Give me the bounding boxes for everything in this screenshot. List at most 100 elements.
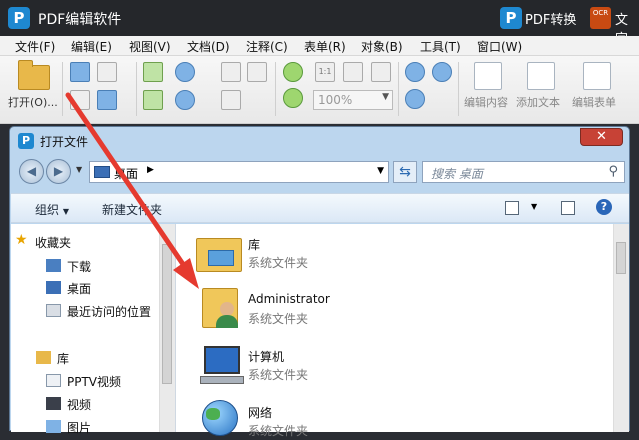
nav-libraries[interactable]: 库 <box>36 350 69 367</box>
chevron-down-icon[interactable]: ▼ <box>531 202 537 211</box>
address-bar[interactable]: 桌面 ▶ ▼ <box>89 161 389 183</box>
open-folder-icon[interactable] <box>18 60 50 90</box>
menu-object[interactable]: 对象(B) <box>361 38 403 55</box>
zoom-select[interactable]: 100% ▼ <box>313 90 393 110</box>
zoom-tool-icon[interactable] <box>405 89 425 109</box>
nav-item-pictures[interactable]: 图片 <box>46 419 91 436</box>
video-icon <box>46 397 61 410</box>
nav-scrollbar-thumb[interactable] <box>162 244 172 384</box>
nav-item-desktop[interactable]: 桌面 <box>46 280 91 297</box>
zoom-out-icon[interactable] <box>432 62 452 82</box>
change-view-icon[interactable] <box>505 201 519 215</box>
pdf-convert-icon[interactable]: P <box>500 7 522 29</box>
user-folder-icon <box>196 286 244 328</box>
import-page-icon[interactable] <box>143 62 163 82</box>
menu-document[interactable]: 文档(D) <box>187 38 230 55</box>
library-folder-icon <box>196 230 244 272</box>
ocr-icon[interactable]: OCR <box>590 7 611 29</box>
menu-file[interactable]: 文件(F) <box>15 38 55 55</box>
actual-size-icon[interactable]: 1:1 <box>315 62 335 82</box>
search-input[interactable]: 搜索 桌面 ⚲ <box>422 161 625 183</box>
edit-content-icon[interactable] <box>474 62 502 90</box>
recent-locations-dropdown[interactable]: ▼ <box>76 165 82 174</box>
network-globe-icon <box>196 398 244 440</box>
nav-favorites[interactable]: ★ 收藏夹 <box>15 232 71 251</box>
toolbar-separator <box>136 62 137 116</box>
app-titlebar: P PDF编辑软件 P PDF转换 OCR 文字 <box>0 0 639 47</box>
edit-form-button[interactable]: 编辑表单 <box>572 94 616 110</box>
toolbar-separator <box>458 62 459 116</box>
edit-form-icon[interactable] <box>583 62 611 90</box>
menu-window[interactable]: 窗口(W) <box>477 38 522 55</box>
desktop-icon <box>94 166 110 178</box>
command-bar: 组织 ▼ 新建文件夹 ▼ ? <box>11 193 629 223</box>
downloads-icon <box>46 259 61 272</box>
library-icon <box>46 374 61 387</box>
chevron-down-icon: ▼ <box>382 92 389 102</box>
print-icon[interactable] <box>70 90 90 110</box>
fit-page-icon[interactable] <box>343 62 363 82</box>
menu-comment[interactable]: 注释(C) <box>246 38 288 55</box>
file-list-scrollbar[interactable] <box>613 224 629 432</box>
rotate-cw-icon[interactable] <box>283 62 303 82</box>
add-text-button[interactable]: 添加文本 <box>516 94 560 110</box>
add-text-icon[interactable] <box>527 62 555 90</box>
chevron-right-icon[interactable]: ▶ <box>147 165 154 175</box>
menu-edit[interactable]: 编辑(E) <box>71 38 112 55</box>
preview-pane-icon[interactable] <box>561 201 575 215</box>
search-icon[interactable]: ⚲ <box>608 164 618 179</box>
main-toolbar: 打开(O)... 1:1 100% ▼ 编辑内容 添加文本 编辑表单 <box>0 56 639 124</box>
desktop-icon <box>46 281 61 294</box>
zoom-in-icon[interactable] <box>405 62 425 82</box>
snapshot-icon[interactable] <box>221 90 241 110</box>
menu-tools[interactable]: 工具(T) <box>420 38 461 55</box>
menu-bar: 文件(F) 编辑(E) 视图(V) 文档(D) 注释(C) 表单(R) 对象(B… <box>0 36 639 56</box>
organize-button[interactable]: 组织 ▼ <box>35 201 69 218</box>
file-list: 库 系统文件夹 Administrator 系统文件夹 计算机 系统文件夹 网络… <box>176 224 629 438</box>
help-icon[interactable]: ? <box>596 199 612 215</box>
nav-item-videos[interactable]: 视频 <box>46 396 91 413</box>
nav-item-recent[interactable]: 最近访问的位置 <box>46 303 151 320</box>
navigation-pane: ★ 收藏夹 下载 桌面 最近访问的位置 库 PPTV视频 视频 图片 <box>11 224 175 435</box>
redo-icon[interactable] <box>175 90 195 110</box>
forward-button[interactable]: ▶ <box>46 159 71 184</box>
select-text-icon[interactable] <box>247 62 267 82</box>
undo-icon[interactable] <box>175 62 195 82</box>
open-file-dialog: P 打开文件 ✕ ◀ ▶ ▼ 桌面 ▶ ▼ ⇆ 搜索 桌面 ⚲ 组织 ▼ 新建文… <box>9 126 630 438</box>
menu-view[interactable]: 视图(V) <box>129 38 171 55</box>
nav-item-pptv[interactable]: PPTV视频 <box>46 373 121 390</box>
star-icon: ★ <box>15 232 28 248</box>
fit-width-icon[interactable] <box>371 62 391 82</box>
chevron-down-icon[interactable]: ▼ <box>377 166 384 176</box>
export-page-icon[interactable] <box>143 90 163 110</box>
refresh-icon: ⇆ <box>399 164 411 180</box>
recent-places-icon <box>46 304 61 317</box>
pdf-logo-icon: P <box>8 7 30 29</box>
pdf-convert-button[interactable]: PDF转换 <box>525 9 576 28</box>
edit-content-button[interactable]: 编辑内容 <box>464 94 508 110</box>
close-button[interactable]: ✕ <box>580 128 623 146</box>
app-title: PDF编辑软件 <box>38 12 122 28</box>
new-folder-button[interactable]: 新建文件夹 <box>102 201 162 218</box>
address-text[interactable]: 桌面 <box>114 165 138 182</box>
toolbar-separator <box>62 62 63 116</box>
chevron-down-icon: ▼ <box>62 207 69 216</box>
computer-icon <box>196 342 244 384</box>
email-icon[interactable] <box>97 90 117 110</box>
toolbar-separator <box>275 62 276 116</box>
pdf-logo-icon: P <box>18 133 34 149</box>
back-button[interactable]: ◀ <box>19 159 44 184</box>
back-arrow-icon: ◀ <box>26 164 37 178</box>
open-button[interactable]: 打开(O)... <box>8 94 58 110</box>
refresh-button[interactable]: ⇆ <box>393 161 417 183</box>
pictures-icon <box>46 420 61 433</box>
rotate-ccw-icon[interactable] <box>283 88 303 108</box>
library-folder-icon <box>36 351 51 364</box>
save-icon[interactable] <box>70 62 90 82</box>
menu-form[interactable]: 表单(R) <box>304 38 346 55</box>
file-list-scrollbar-thumb[interactable] <box>616 242 626 274</box>
dialog-title: 打开文件 <box>40 135 89 149</box>
scanner-icon[interactable] <box>97 62 117 82</box>
nav-item-downloads[interactable]: 下载 <box>46 258 91 275</box>
hand-tool-icon[interactable] <box>221 62 241 82</box>
